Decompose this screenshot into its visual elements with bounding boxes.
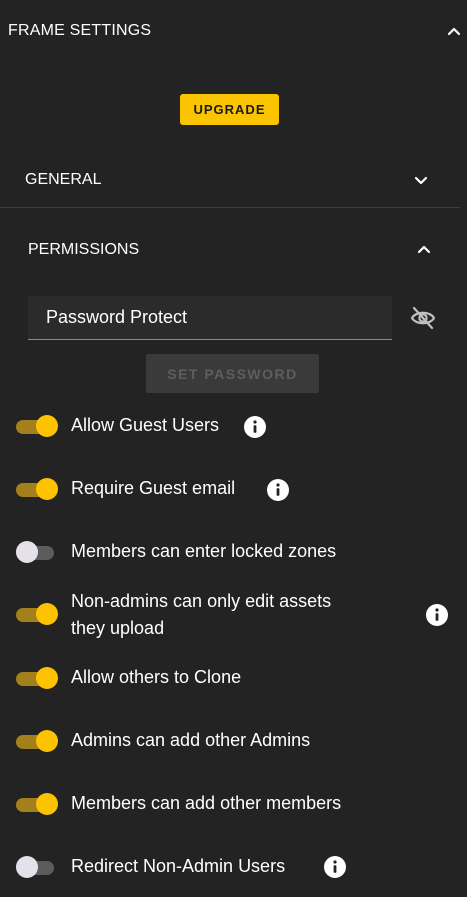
- setting-admins-add-admins: Admins can add other Admins: [0, 729, 467, 755]
- section-divider: [0, 207, 460, 208]
- toggle-switch[interactable]: [16, 478, 58, 500]
- section-general-label: GENERAL: [25, 171, 102, 188]
- setting-members-add-members: Members can add other members: [0, 792, 467, 818]
- chevron-down-icon[interactable]: [413, 173, 429, 189]
- info-icon[interactable]: [267, 479, 289, 501]
- frame-settings-header[interactable]: FRAME SETTINGS: [0, 0, 467, 62]
- password-protect-input[interactable]: [28, 296, 392, 339]
- setting-label: Allow others to Clone: [71, 667, 242, 687]
- setting-label: Redirect Non-Admin Users: [71, 856, 286, 876]
- chevron-up-icon[interactable]: [416, 241, 432, 257]
- toggle-switch[interactable]: [16, 415, 58, 437]
- setting-redirect-non-admin-users: Redirect Non-Admin Users: [0, 855, 467, 881]
- info-icon[interactable]: [426, 604, 448, 626]
- toggle-switch[interactable]: [16, 793, 58, 815]
- toggle-knob: [16, 541, 38, 563]
- toggle-knob: [36, 667, 58, 689]
- toggle-knob: [36, 603, 58, 625]
- setting-members-enter-locked-zones: Members can enter locked zones: [0, 540, 467, 566]
- setting-label: Members can add other members: [71, 793, 342, 813]
- toggle-switch[interactable]: [16, 541, 58, 563]
- setting-label: Admins can add other Admins: [71, 730, 311, 750]
- toggle-knob: [16, 856, 38, 878]
- toggle-switch[interactable]: [16, 730, 58, 752]
- toggle-switch[interactable]: [16, 667, 58, 689]
- toggle-knob: [36, 730, 58, 752]
- section-permissions[interactable]: PERMISSIONS: [0, 230, 460, 270]
- chevron-up-icon[interactable]: [446, 23, 462, 39]
- section-general[interactable]: GENERAL: [0, 160, 460, 200]
- upgrade-button[interactable]: UPGRADE: [180, 94, 279, 125]
- setting-label-line-1: Non-admins can only edit assets: [71, 591, 332, 611]
- section-permissions-label: PERMISSIONS: [28, 241, 140, 258]
- toggle-switch[interactable]: [16, 856, 58, 878]
- toggle-knob: [36, 793, 58, 815]
- setting-label: Members can enter locked zones: [71, 541, 337, 561]
- setting-label: Allow Guest Users: [71, 415, 220, 435]
- setting-require-guest-email: Require Guest email: [0, 477, 467, 503]
- frame-settings-panel: FRAME SETTINGS UPGRADE GENERAL PERMISSIO…: [0, 0, 467, 897]
- set-password-button[interactable]: SET PASSWORD: [146, 354, 319, 393]
- frame-settings-title: FRAME SETTINGS: [8, 22, 152, 39]
- setting-label: Require Guest email: [71, 478, 236, 498]
- setting-allow-others-clone: Allow others to Clone: [0, 666, 467, 692]
- setting-allow-guest-users: Allow Guest Users: [0, 414, 467, 440]
- password-field-wrapper: [28, 296, 392, 340]
- toggle-switch[interactable]: [16, 603, 58, 625]
- eye-off-icon[interactable]: [409, 305, 437, 331]
- toggle-knob: [36, 478, 58, 500]
- toggle-knob: [36, 415, 58, 437]
- info-icon[interactable]: [244, 416, 266, 438]
- setting-label-line-2: they upload: [71, 618, 165, 638]
- info-icon[interactable]: [324, 856, 346, 878]
- setting-non-admins-edit-own-assets: Non-admins can only edit assets they upl…: [0, 588, 467, 642]
